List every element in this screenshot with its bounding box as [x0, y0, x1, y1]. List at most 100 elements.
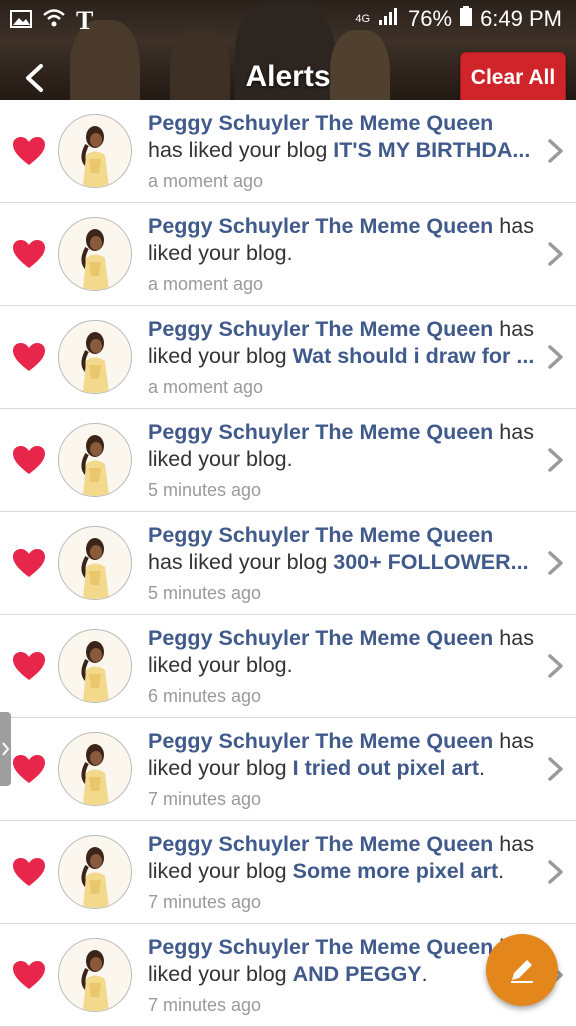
- alert-action: liked your blog.: [148, 241, 293, 265]
- alert-timestamp: 7 minutes ago: [148, 995, 262, 1015]
- signal-icon: [378, 6, 400, 32]
- alert-username[interactable]: Peggy Schuyler The Meme Queen: [148, 729, 493, 753]
- chevron-right-icon[interactable]: [546, 447, 566, 473]
- alert-blog-link[interactable]: Some more pixel art: [293, 859, 499, 883]
- alert-timestamp: a moment ago: [148, 274, 264, 294]
- alert-timestamp: a moment ago: [148, 377, 264, 397]
- alert-blog-link[interactable]: I tried out pixel art: [293, 756, 479, 780]
- heart-icon: [12, 136, 46, 166]
- alert-timestamp: 5 minutes ago: [148, 480, 262, 500]
- alert-item[interactable]: Peggy Schuyler The Meme Queen has liked y…: [0, 100, 576, 203]
- avatar[interactable]: [58, 938, 132, 1012]
- chevron-right-icon[interactable]: [546, 550, 566, 576]
- heart-icon: [12, 548, 46, 578]
- alert-message: Peggy Schuyler The Meme Queen hasliked y…: [148, 934, 538, 988]
- alert-item[interactable]: Peggy Schuyler The Meme Queen has liked y…: [0, 821, 576, 924]
- avatar[interactable]: [58, 217, 132, 291]
- alert-action: has: [499, 214, 534, 238]
- heart-icon: [12, 342, 46, 372]
- alert-suffix: .: [479, 756, 485, 780]
- heart-icon: [12, 239, 46, 269]
- chevron-right-icon[interactable]: [546, 756, 566, 782]
- alert-username[interactable]: Peggy Schuyler The Meme Queen: [148, 935, 493, 959]
- alert-username[interactable]: Peggy Schuyler The Meme Queen: [148, 111, 493, 135]
- alert-item[interactable]: Peggy Schuyler The Meme Queen has liked y…: [0, 512, 576, 615]
- avatar[interactable]: [58, 732, 132, 806]
- alert-item[interactable]: Peggy Schuyler The Meme Queen has liked y…: [0, 306, 576, 409]
- alert-blog-link[interactable]: IT'S MY BIRTHDA...: [333, 138, 530, 162]
- alert-action: liked your blog: [148, 756, 287, 780]
- alert-message: Peggy Schuyler The Meme Queen has liked y…: [148, 625, 538, 679]
- alert-item[interactable]: Peggy Schuyler The Meme Queen has liked y…: [0, 615, 576, 718]
- battery-percent: 76%: [408, 6, 453, 31]
- alert-message: Peggy Schuyler The Meme Queen has liked y…: [148, 213, 538, 267]
- alert-action: has liked your blog: [148, 138, 328, 162]
- status-bar: T 4G 76% 6:49 PM: [0, 0, 576, 38]
- alert-action: liked your blog.: [148, 447, 293, 471]
- alert-message: Peggy Schuyler The Meme Queen has liked y…: [148, 316, 538, 370]
- alert-timestamp: a moment ago: [148, 171, 264, 191]
- heart-icon: [12, 445, 46, 475]
- alert-username[interactable]: Peggy Schuyler The Meme Queen: [148, 832, 493, 856]
- chevron-right-icon[interactable]: [546, 653, 566, 679]
- alert-blog-link[interactable]: 300+ FOLLOWER...: [333, 550, 528, 574]
- side-drawer-handle[interactable]: [0, 712, 11, 786]
- network-type: 4G: [355, 13, 371, 25]
- clock: 6:49 PM: [480, 6, 562, 31]
- avatar[interactable]: [58, 423, 132, 497]
- heart-icon: [12, 754, 46, 784]
- avatar[interactable]: [58, 835, 132, 909]
- alert-message: Peggy Schuyler The Meme Queen has liked y…: [148, 110, 538, 164]
- alert-username[interactable]: Peggy Schuyler The Meme Queen: [148, 523, 493, 547]
- alert-action: has: [499, 626, 534, 650]
- alert-username[interactable]: Peggy Schuyler The Meme Queen: [148, 317, 493, 341]
- alert-action: liked your blog.: [148, 653, 293, 677]
- alert-suffix: .: [421, 962, 428, 986]
- compose-button[interactable]: [486, 934, 558, 1006]
- alert-action: liked your blog: [148, 344, 287, 368]
- alert-list: Peggy Schuyler The Meme Queen has liked y…: [0, 100, 576, 1027]
- alert-action: has: [499, 420, 534, 444]
- heart-icon: [12, 857, 46, 887]
- alert-action: has: [499, 729, 534, 753]
- alert-timestamp: 7 minutes ago: [148, 789, 262, 809]
- alert-action: liked your blog: [148, 859, 287, 883]
- alert-suffix: .: [498, 859, 505, 883]
- alert-timestamp: 6 minutes ago: [148, 686, 262, 706]
- alert-timestamp: 5 minutes ago: [148, 583, 262, 603]
- alert-item[interactable]: Peggy Schuyler The Meme Queen has liked y…: [0, 409, 576, 512]
- alert-message: Peggy Schuyler The Meme Queen has liked y…: [148, 419, 538, 473]
- alert-username[interactable]: Peggy Schuyler The Meme Queen: [148, 214, 493, 238]
- alert-username[interactable]: Peggy Schuyler The Meme Queen: [148, 626, 493, 650]
- alert-blog-link[interactable]: AND PEGGY: [293, 962, 422, 986]
- alert-timestamp: 7 minutes ago: [148, 892, 262, 912]
- wifi-icon: [42, 8, 66, 34]
- avatar[interactable]: [58, 526, 132, 600]
- avatar[interactable]: [58, 629, 132, 703]
- avatar[interactable]: [58, 114, 132, 188]
- chevron-right-icon[interactable]: [546, 859, 566, 885]
- alert-item[interactable]: Peggy Schuyler The Meme Queen has liked y…: [0, 203, 576, 306]
- alert-message: Peggy Schuyler The Meme Queen has liked y…: [148, 728, 538, 782]
- alert-action: has: [499, 832, 534, 856]
- avatar[interactable]: [58, 320, 132, 394]
- alert-blog-link[interactable]: Wat should i draw for ...: [293, 344, 535, 368]
- chevron-right-icon[interactable]: [546, 344, 566, 370]
- gallery-notification-icon: [10, 8, 32, 34]
- carrier-logo: T: [76, 6, 94, 35]
- clear-all-button[interactable]: Clear All: [460, 52, 566, 104]
- battery-icon: [460, 6, 473, 32]
- alert-action: has liked your blog: [148, 550, 328, 574]
- alert-action: liked your blog: [148, 962, 287, 986]
- alert-username[interactable]: Peggy Schuyler The Meme Queen: [148, 420, 493, 444]
- chevron-right-icon[interactable]: [546, 241, 566, 267]
- alert-message: Peggy Schuyler The Meme Queen has liked y…: [148, 522, 538, 576]
- heart-icon: [12, 960, 46, 990]
- alert-action: has: [499, 317, 534, 341]
- chevron-right-icon[interactable]: [546, 138, 566, 164]
- heart-icon: [12, 651, 46, 681]
- alert-message: Peggy Schuyler The Meme Queen has liked y…: [148, 831, 538, 885]
- header: T 4G 76% 6:49 PM Alerts Clear All: [0, 0, 576, 116]
- pencil-icon: [511, 960, 533, 983]
- alert-item[interactable]: Peggy Schuyler The Meme Queen has liked y…: [0, 718, 576, 821]
